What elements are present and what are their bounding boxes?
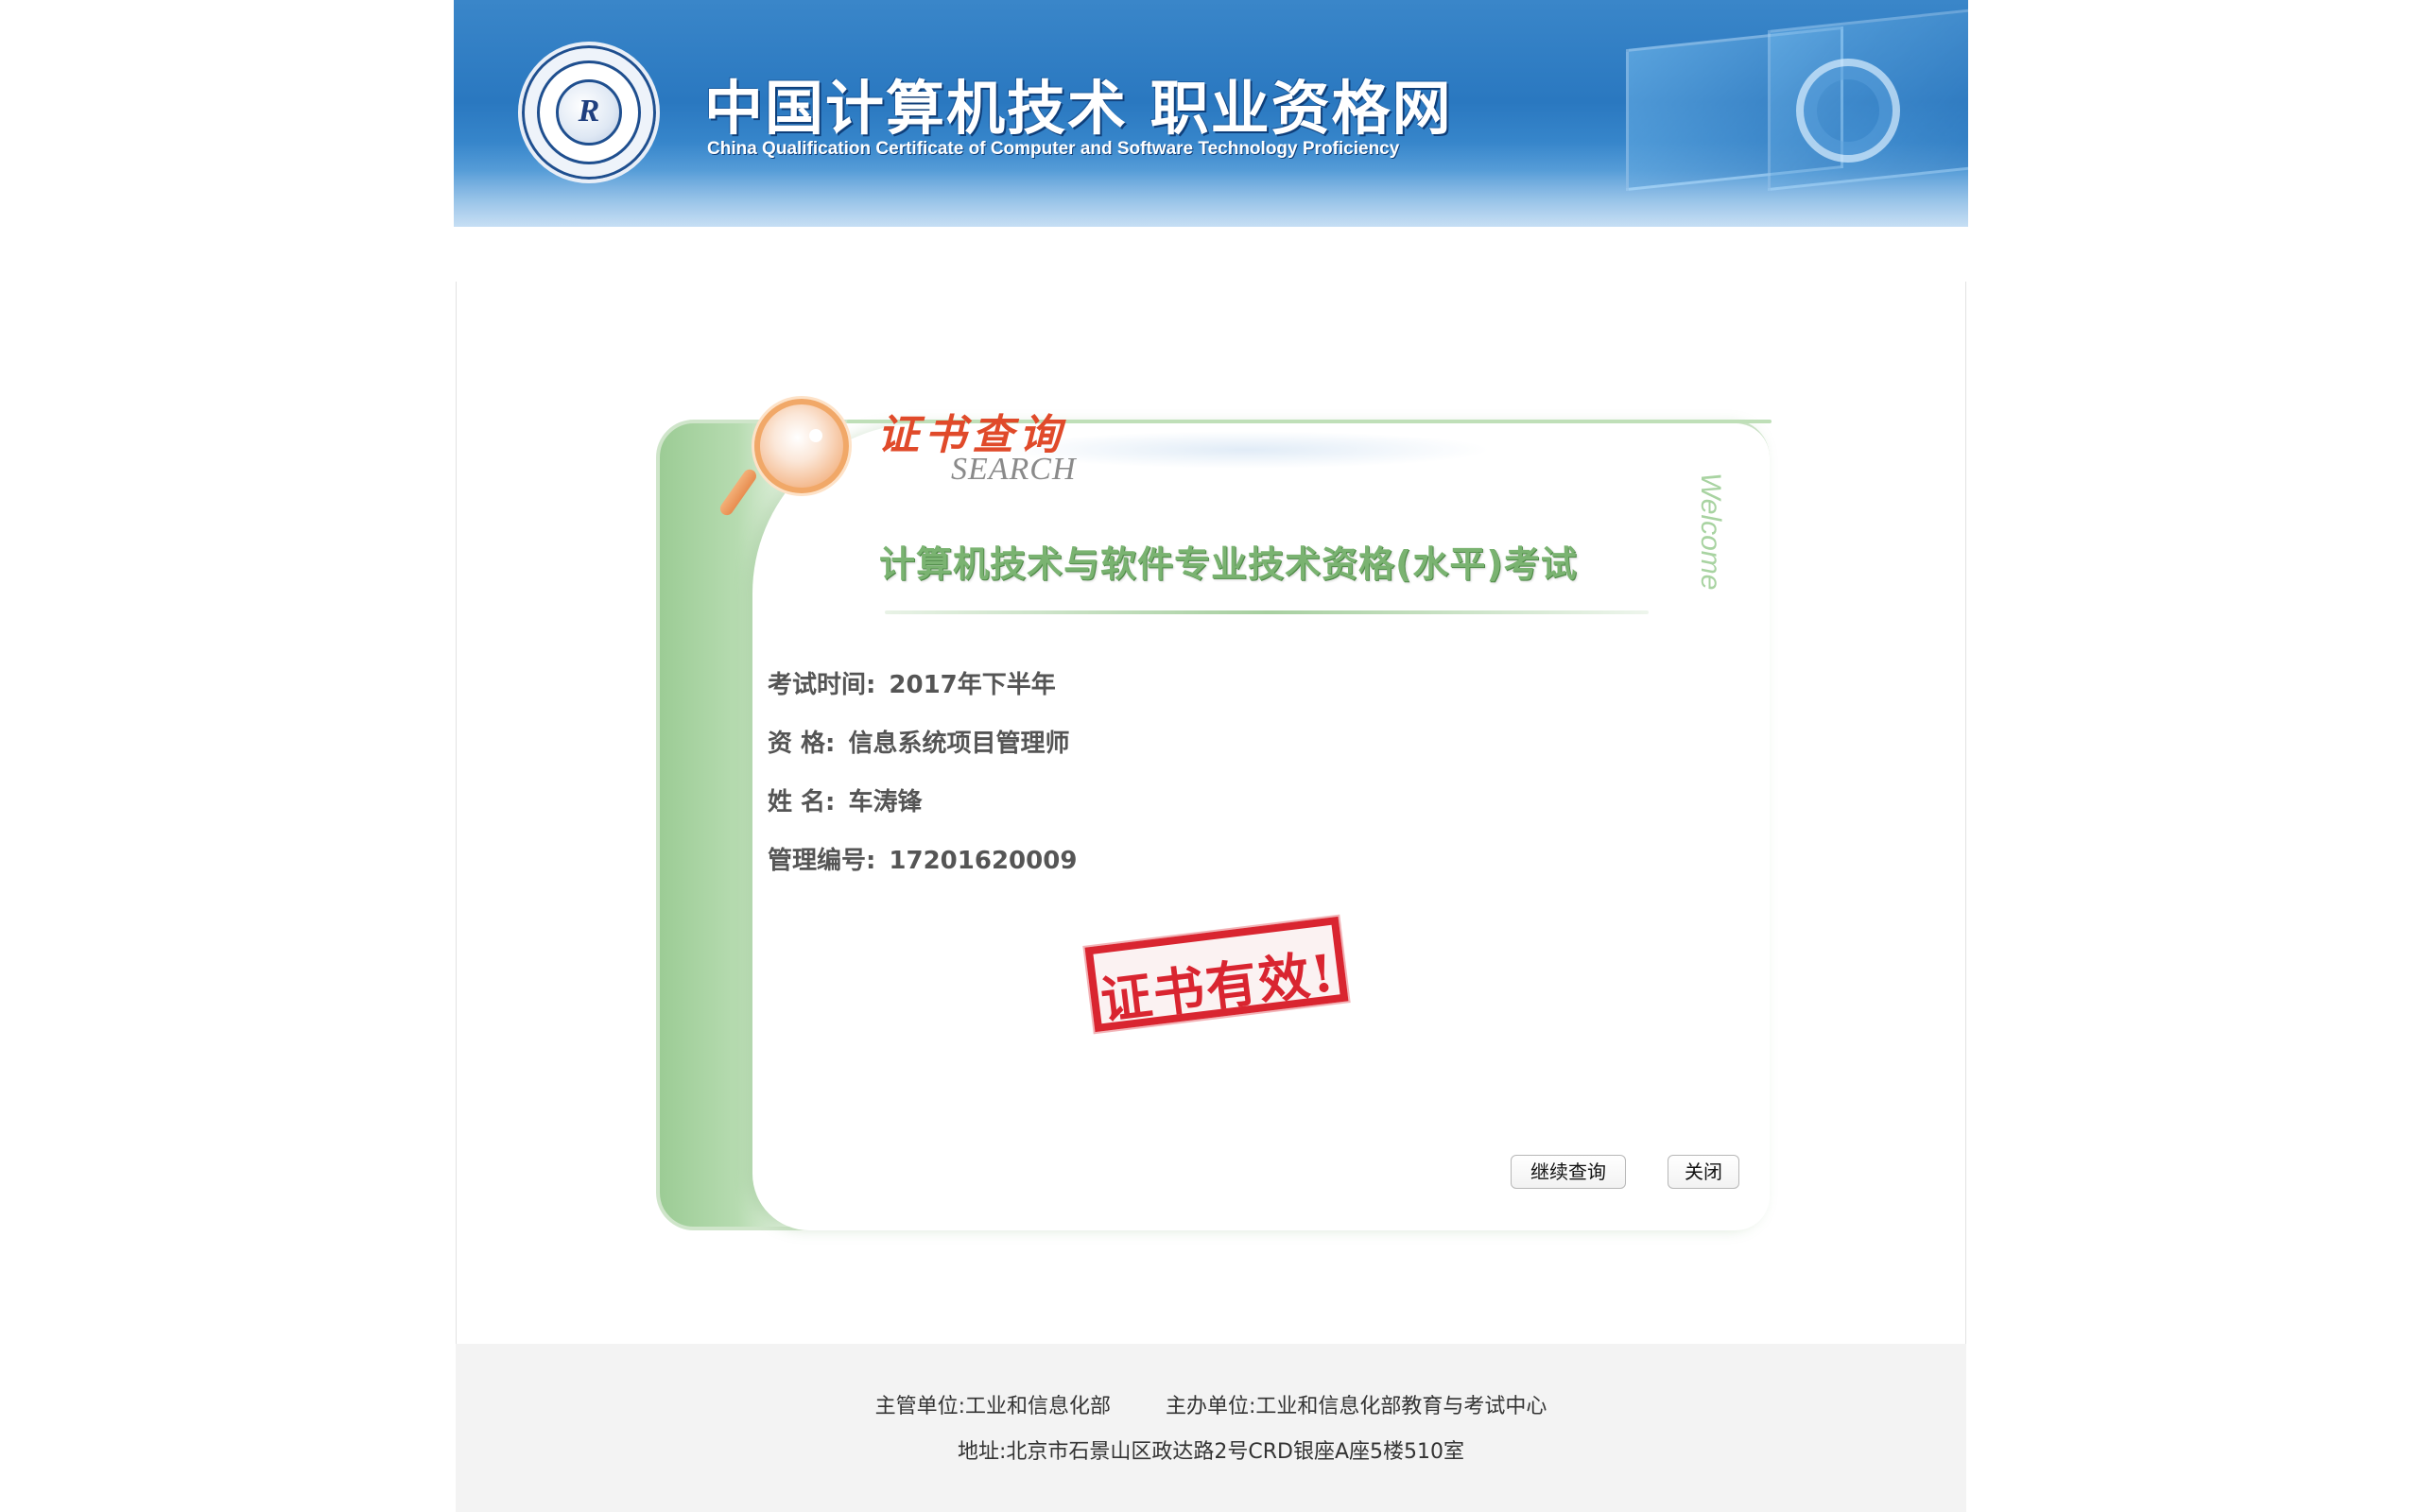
qualification-value: 信息系统项目管理师 — [848, 730, 1070, 758]
close-button[interactable]: 关闭 — [1668, 1155, 1739, 1189]
continue-search-button[interactable]: 继续查询 — [1511, 1155, 1626, 1189]
logo-glyph: R — [578, 94, 600, 129]
exam-title: 计算机技术与软件专业技术资格(水平)考试 — [879, 543, 1578, 585]
management-id-label: 管理编号: — [768, 847, 876, 875]
qualification-row: 资 格: 信息系统项目管理师 — [768, 724, 1069, 759]
footer-supervisor: 主管单位:工业和信息化部 — [874, 1395, 1111, 1418]
management-id-row: 管理编号: 17201620009 — [768, 841, 1077, 876]
footer-address: 地址:北京市石景山区政达路2号CRD银座A座5楼510室 — [957, 1440, 1465, 1464]
name-label: 姓 名: — [768, 788, 836, 816]
magnifier-shine — [809, 429, 822, 442]
page-footer: 主管单位:工业和信息化部 主办单位:工业和信息化部教育与考试中心 地址:北京市石景… — [456, 1344, 1966, 1512]
name-value: 车涛锋 — [848, 788, 923, 816]
certificate-seal-logo: R — [518, 42, 660, 183]
footer-organizations: 主管单位:工业和信息化部 主办单位:工业和信息化部教育与考试中心 — [456, 1389, 1966, 1419]
footer-organizer: 主办单位:工业和信息化部教育与考试中心 — [1166, 1395, 1547, 1418]
search-heading-en: SEARCH — [951, 452, 1077, 487]
exam-time-value: 2017年下半年 — [889, 671, 1056, 699]
site-subtitle: China Qualification Certificate of Compu… — [707, 139, 1400, 159]
magnifier-icon — [754, 399, 849, 493]
name-row: 姓 名: 车涛锋 — [768, 782, 922, 817]
management-id-value: 17201620009 — [889, 847, 1078, 875]
qualification-label: 资 格: — [768, 730, 836, 758]
header-banner: R 中国计算机技术 职业资格网 China Qualification Cert… — [454, 0, 1968, 227]
exam-time-label: 考试时间: — [768, 671, 876, 699]
site-title: 中国计算机技术 职业资格网 — [704, 74, 1453, 143]
disc-graphic — [1796, 59, 1900, 163]
welcome-label: Welcome — [1695, 472, 1726, 591]
exam-time-row: 考试时间: 2017年下半年 — [768, 665, 1056, 700]
title-divider — [885, 610, 1649, 614]
logo-emblem: R — [556, 79, 622, 146]
